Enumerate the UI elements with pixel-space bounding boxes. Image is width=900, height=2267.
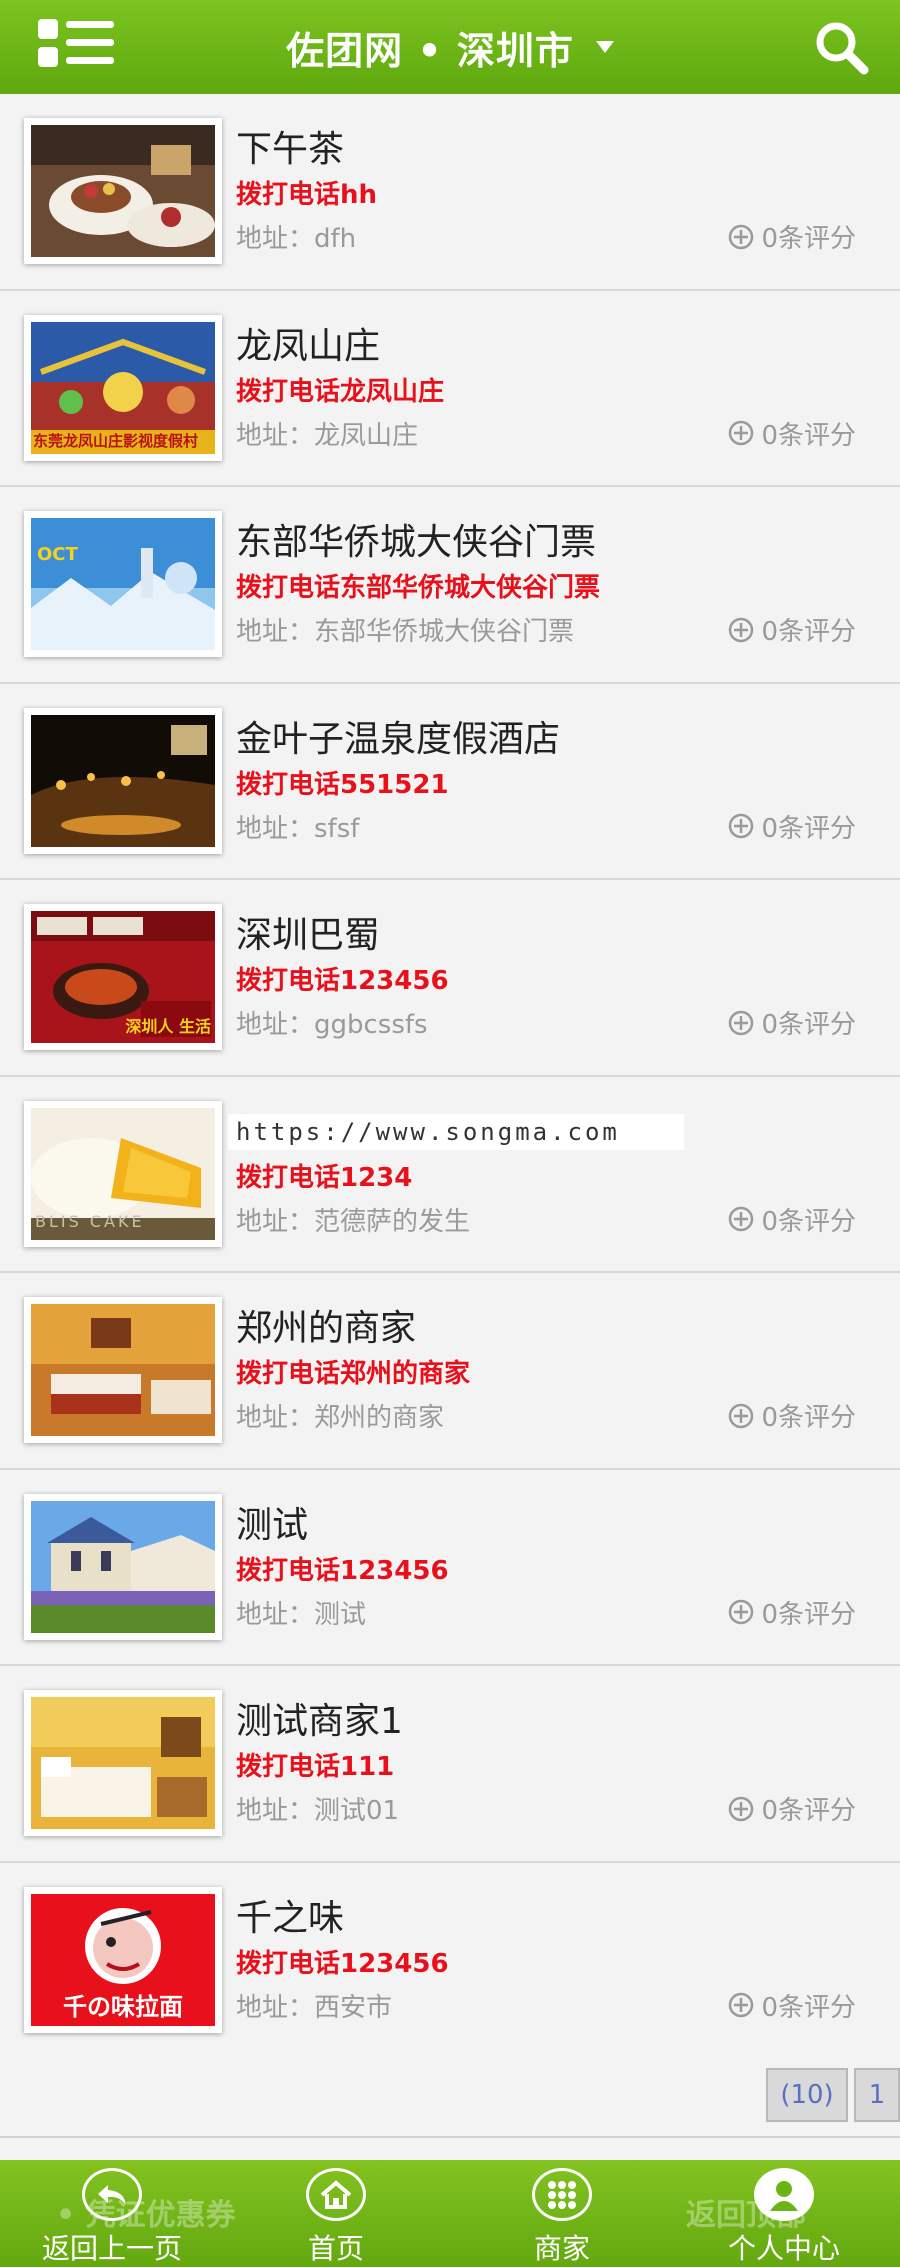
merchant-name[interactable]: 千之味 [236,1889,344,1941]
rating-icon [729,813,754,839]
phone-link[interactable]: 拨打电话123456 [236,960,449,997]
thumbnail-caption: BLIS CAKE [35,1211,145,1231]
page-number-button[interactable]: 1 [854,2068,900,2122]
nav-home-label: 首页 [307,2232,364,2265]
nav-home-button[interactable]: 首页 [290,2160,382,2267]
merchant-address: 地址：测试01 [236,1796,400,1826]
rating-icon [729,1010,754,1035]
rating-icon [729,1403,754,1428]
merchant-name[interactable]: 金叶子温泉度假酒店 [236,710,560,762]
phone-link[interactable]: 拨打电话111 [236,1746,394,1783]
top-header: 佐团网 • 深圳市 [0,0,900,94]
page-title: 佐团网 • 深圳市 [286,28,574,73]
phone-link[interactable]: 拨打电话郑州的商家 [236,1353,470,1390]
phone-link[interactable]: 拨打电话东部华侨城大侠谷门票 [236,567,600,604]
page-count: (10) [766,2068,848,2122]
merchant-address: 地址：西安市 [236,1992,393,2023]
list-item[interactable]: 东莞龙凤山庄影视度假村 龙凤山庄 拨打电话龙凤山庄 地址：龙凤山庄 0条评分 [0,290,900,487]
merchant-name[interactable]: 测试 [236,1496,308,1548]
merchant-list: 下午茶 拨打电话hh 地址：dfh 0条评分 东莞龙凤山庄影视度假村 龙凤山庄 … [0,94,900,2059]
nav-user-center-label: 个人中心 [727,2232,840,2265]
merchant-thumbnail[interactable] [24,1690,222,1836]
merchant-address: 地址：sfsf [236,813,360,844]
merchant-name[interactable]: 郑州的商家 [236,1299,416,1351]
merchant-address: 地址：东部华侨城大侠谷门票 [236,617,575,647]
grid-dots-icon [532,2168,592,2221]
pagination: (10) 1 [766,2068,900,2122]
rating-icon [729,1599,754,1625]
divider [0,2136,900,2138]
merchant-thumbnail[interactable] [24,1493,222,1640]
nav-merchants-button[interactable]: 商家 [516,2160,608,2267]
home-icon [306,2168,366,2221]
merchant-address: 地址：测试 [236,1599,367,1630]
merchant-name[interactable]: 龙凤山庄 [236,317,380,369]
rating-count: 0条评分 [727,218,856,255]
rating-icon [729,420,754,446]
rating-icon [729,1206,754,1232]
rating-count: 0条评分 [727,1201,856,1238]
rating-count: 0条评分 [727,1004,856,1041]
back-arrow-icon [82,2168,142,2221]
rating-icon [729,617,754,642]
merchant-thumbnail[interactable] [24,1297,222,1443]
rating-count: 0条评分 [727,1790,856,1827]
nav-user-center-button[interactable]: 个人中心 [726,2160,842,2267]
merchant-thumbnail[interactable]: 千の味拉面 [24,1886,222,2033]
nav-merchants-label: 商家 [533,2232,590,2265]
thumbnail-caption: 深圳人 生活 [125,1017,211,1036]
merchant-thumbnail[interactable]: OCT [24,511,222,657]
phone-link[interactable]: 拨打电话551521 [236,764,449,801]
thumbnail-caption: 千の味拉面 [63,1992,183,2021]
phone-link[interactable]: 拨打电话1234 [236,1157,412,1194]
list-item[interactable]: 郑州的商家 拨打电话郑州的商家 地址：郑州的商家 0条评分 [0,1273,900,1470]
list-item[interactable]: OCT 东部华侨城大侠谷门票 拨打电话东部华侨城大侠谷门票 地址：东部华侨城大侠… [0,487,900,684]
phone-link[interactable]: 拨打电话123456 [236,1550,449,1587]
list-item[interactable]: 深圳人 生活 深圳巴蜀 拨打电话123456 地址：ggbcssfs 0条评分 [0,880,900,1077]
phone-link[interactable]: 拨打电话hh [236,174,377,211]
rating-icon [729,1992,754,2018]
merchant-address: 地址：ggbcssfs [236,1010,428,1040]
phone-link[interactable]: 拨打电话123456 [236,1943,449,1980]
menu-icon[interactable] [38,17,118,71]
list-item[interactable]: 测试商家1 拨打电话111 地址：测试01 0条评分 [0,1666,900,1863]
list-item[interactable]: 金叶子温泉度假酒店 拨打电话551521 地址：sfsf 0条评分 [0,683,900,880]
watermark-url: https://www.songma.com [228,1114,684,1150]
merchant-name[interactable]: 下午茶 [236,120,344,172]
merchant-name[interactable]: 东部华侨城大侠谷门票 [236,513,596,565]
merchant-name[interactable]: 测试商家1 [236,1692,403,1744]
merchant-thumbnail[interactable]: 深圳人 生活 [24,904,222,1050]
bottom-nav: • 凭证优惠券 返回顶部 返回上一页 首页 商家 个人中心 [0,2160,900,2267]
rating-count: 0条评分 [727,808,856,845]
search-icon[interactable] [814,20,870,76]
rating-count: 0条评分 [727,611,856,648]
merchant-thumbnail[interactable] [24,707,222,854]
chevron-down-icon [595,41,614,53]
thumbnail-caption: OCT [37,544,78,565]
merchant-thumbnail[interactable]: BLIS CAKE [24,1100,222,1247]
merchant-address: 地址：范德萨的发生 [236,1206,471,1237]
thumbnail-caption: 东莞龙凤山庄影视度假村 [33,431,199,450]
phone-link[interactable]: 拨打电话龙凤山庄 [236,371,444,408]
city-selector[interactable]: 佐团网 • 深圳市 [286,20,614,75]
list-item[interactable]: 千の味拉面 千之味 拨打电话123456 地址：西安市 0条评分 [0,1862,900,2059]
list-item[interactable]: 测试 拨打电话123456 地址：测试 0条评分 [0,1469,900,1666]
merchant-address: 地址：dfh [236,224,357,254]
rating-count: 0条评分 [727,1397,856,1434]
nav-back-button[interactable]: 返回上一页 [42,2160,182,2267]
rating-icon [729,224,754,249]
list-item[interactable]: BLIS CAKE 佐团网 拨打电话1234 地址：范德萨的发生 0条评分 [0,1076,900,1273]
merchant-address: 地址：郑州的商家 [236,1403,445,1433]
list-item[interactable]: 下午茶 拨打电话hh 地址：dfh 0条评分 [0,94,900,291]
nav-back-label: 返回上一页 [42,2232,183,2265]
merchant-thumbnail[interactable] [24,118,222,264]
rating-count: 0条评分 [727,1594,856,1631]
user-icon [754,2168,814,2221]
merchant-thumbnail[interactable]: 东莞龙凤山庄影视度假村 [24,314,222,461]
merchant-name[interactable]: 深圳巴蜀 [236,906,380,958]
rating-icon [729,1796,754,1821]
merchant-address: 地址：龙凤山庄 [236,420,419,451]
rating-count: 0条评分 [727,1987,856,2024]
rating-count: 0条评分 [727,415,856,452]
